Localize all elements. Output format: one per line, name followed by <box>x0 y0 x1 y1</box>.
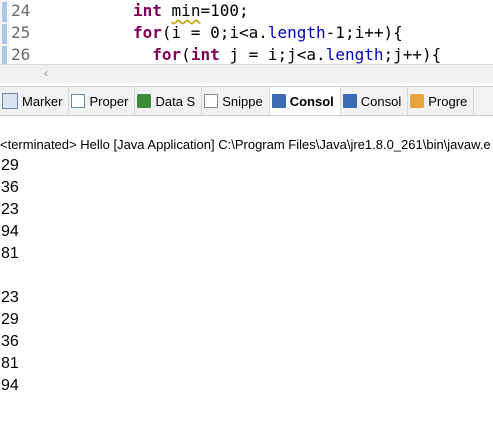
code-text: for(i = 0;i<a.length-1;i++){ <box>133 22 403 44</box>
tab-snippe[interactable]: Snippe <box>202 87 270 115</box>
code-token: min <box>171 1 201 20</box>
output-line: 36 <box>1 333 19 350</box>
output-line: 23 <box>1 201 19 218</box>
code-token: ;j++){ <box>383 45 442 64</box>
console-icon <box>342 94 357 108</box>
markers-icon <box>2 93 18 109</box>
output-line: 94 <box>1 223 19 240</box>
output-line: 81 <box>1 355 19 372</box>
tab-consol[interactable]: Consol <box>341 87 409 115</box>
tab-progre[interactable]: Progre <box>408 87 475 115</box>
keyword-token: for <box>133 23 162 42</box>
tab-label: Consol <box>360 93 402 109</box>
change-marker <box>2 46 7 64</box>
field-token: length <box>267 23 326 42</box>
scroll-left-icon[interactable]: ‹ <box>44 65 48 81</box>
view-tab-strip: Marker Proper Data S Snippe Consol Consol Prog… <box>0 86 493 116</box>
keyword-token: int <box>133 1 162 20</box>
change-marker <box>2 24 7 44</box>
progress-icon <box>410 94 425 108</box>
keyword-token: for <box>152 45 182 64</box>
console-output[interactable]: 29 36 23 94 81 23 29 36 81 94 <box>0 155 19 397</box>
line-number: 25 <box>11 23 31 42</box>
tab-label: Marker <box>22 93 63 109</box>
code-text: for(int j = i;j<a.length;j++){ <box>133 44 441 64</box>
output-line: 81 <box>1 245 19 262</box>
properties-icon <box>71 94 86 108</box>
tab-label: Proper <box>89 93 129 109</box>
tab-consol[interactable]: Consol <box>269 87 341 115</box>
console-icon <box>271 94 286 108</box>
change-marker <box>2 2 7 22</box>
code-token: -1;i++){ <box>325 23 403 42</box>
output-line: 23 <box>1 289 19 306</box>
code-token: (i = 0;i<a. <box>161 23 268 42</box>
console-status-header: <terminated> Hello [Java Application] C:… <box>0 137 491 152</box>
output-line: 94 <box>1 377 19 394</box>
tab-marker[interactable]: Marker <box>0 87 70 115</box>
output-line: 36 <box>1 179 19 196</box>
output-line: 29 <box>1 157 19 174</box>
tab-label: Data S <box>155 93 196 109</box>
tab-proper[interactable]: Proper <box>69 87 136 115</box>
field-token: length <box>325 45 384 64</box>
line-number: 24 <box>11 1 31 20</box>
tab-label: Progre <box>428 93 468 109</box>
code-token: ( <box>181 45 191 64</box>
code-text: int min=100; <box>133 0 249 22</box>
snippets-icon <box>204 94 219 108</box>
code-token: j = i;j<a. <box>219 45 326 64</box>
code-editor[interactable]: 24 int min=100; 25 for(i = 0;i<a.length-1;i… <box>0 0 493 64</box>
editor-ruler <box>0 0 10 64</box>
tab-label: Consol <box>289 93 334 109</box>
tab-data-s[interactable]: Data S <box>135 87 203 115</box>
editor-horizontal-scrollbar[interactable]: ‹ <box>0 64 493 83</box>
output-line: 29 <box>1 311 19 328</box>
code-token: =100; <box>200 1 249 20</box>
keyword-token: int <box>190 45 220 64</box>
tab-label: Snippe <box>222 93 263 109</box>
data-source-icon <box>137 94 152 108</box>
line-number: 26 <box>11 45 31 64</box>
